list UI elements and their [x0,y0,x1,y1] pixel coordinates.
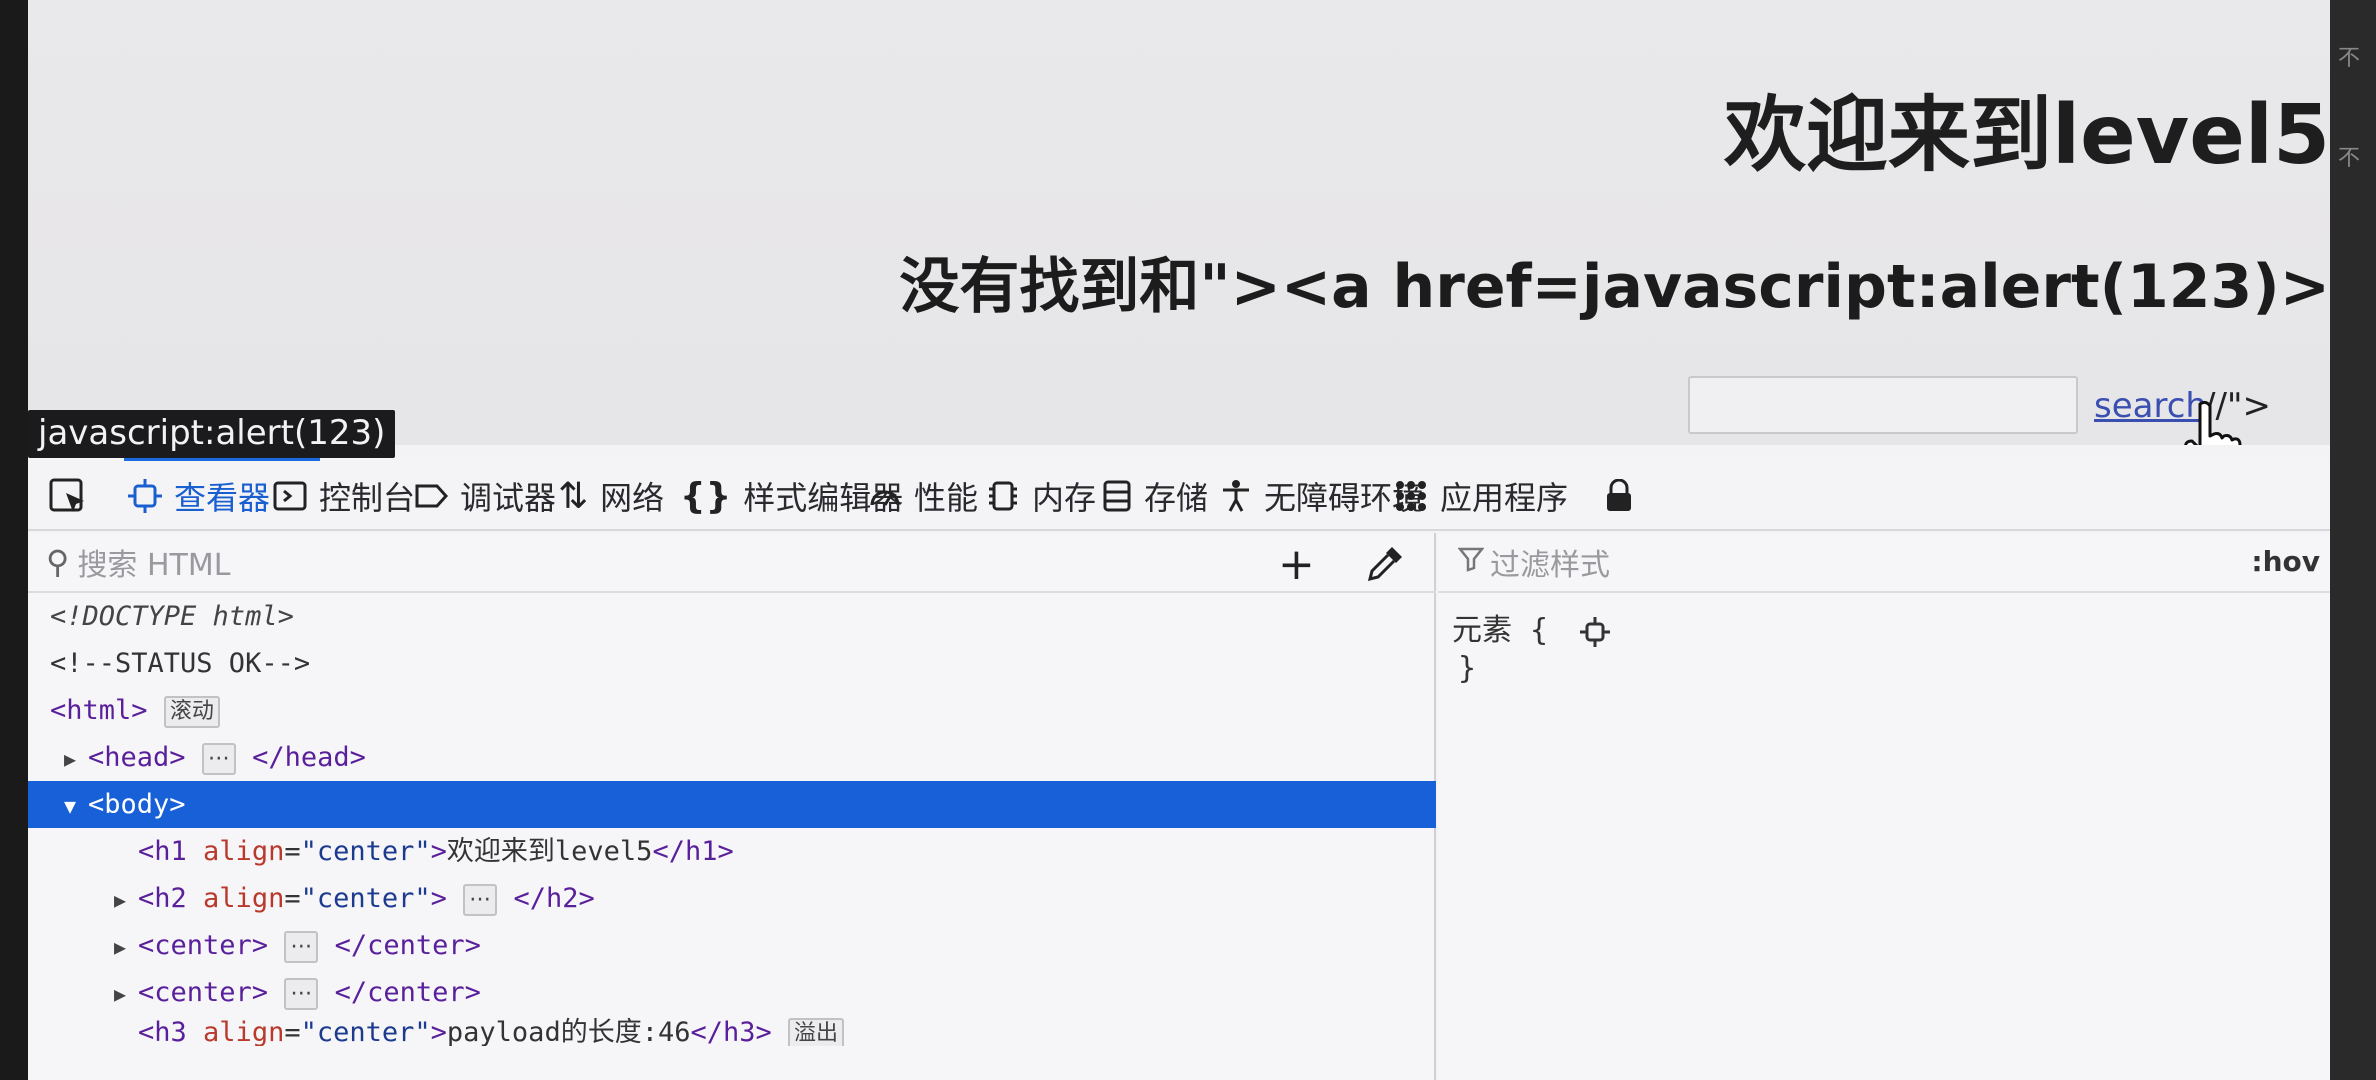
search-icon: ⚲ [46,543,70,581]
page-heading-h2: 没有找到和"><a href=javascript:alert(123)> [899,252,2330,322]
tree-node-comment[interactable]: <!--STATUS OK--> [28,640,1436,687]
tab-label: 应用程序 [1440,479,1569,517]
tree-node-h1[interactable]: <h1 align="center">欢迎来到level5</h1> [28,828,1436,875]
collapsed-ellipsis[interactable]: ⋯ [284,977,319,1010]
tab-console[interactable]: 控制台 [273,467,415,525]
rules-view: 过滤样式 :hov 元素 { } [1438,533,2330,1080]
html-search-input[interactable]: 搜索 HTML [77,540,230,584]
tree-node-center[interactable]: ▶ <center> ⋯ </center> [28,922,1436,969]
storage-icon [1102,479,1132,513]
inspector-icon [128,479,162,513]
photo-border-left [0,0,28,1080]
tab-security[interactable] [1604,467,1646,525]
tree-node-h3[interactable]: <h3 align="center">payload的长度:46</h3> 溢出 [28,1016,1436,1046]
node-highlight-icon[interactable] [1580,616,1611,647]
element-picker-icon[interactable] [48,477,90,519]
tab-label: 查看器 [174,479,271,517]
tab-inspector[interactable]: 查看器 [128,467,270,525]
tab-label: 存储 [1144,479,1209,517]
filter-icon [1457,546,1485,579]
style-editor-icon: {} [680,475,732,517]
overflow-badge[interactable]: 溢出 [788,1017,845,1046]
tab-label: 控制台 [319,479,416,517]
expand-arrow-icon[interactable]: ▶ [64,736,88,783]
console-icon [273,479,307,513]
search-input[interactable] [1688,376,2078,434]
devtools-toolbar: 查看器 控制台 调试器 ⇅ 网络 {} 样式编辑器 性能 内存 存储 无障碍环境… [28,457,2330,531]
debugger-icon [414,479,448,513]
expand-arrow-icon[interactable]: ▶ [114,971,138,1018]
performance-icon [868,479,902,513]
collapsed-ellipsis[interactable]: ⋯ [463,883,498,916]
markup-view: ⚲ 搜索 HTML + <!DOCTYPE html> <!--STATUS O… [28,533,1436,1080]
memory-icon [986,479,1020,513]
collapse-arrow-icon[interactable]: ▼ [64,783,88,830]
filter-styles-input[interactable]: 过滤样式 [1490,540,1610,584]
element-rule: 元素 { [1452,605,1611,649]
hov-toggle[interactable]: :hov [2251,545,2320,578]
add-node-button[interactable]: + [1278,539,1315,590]
expand-arrow-icon[interactable]: ▶ [114,924,138,971]
tab-storage[interactable]: 存储 [1102,467,1208,525]
tree-node-head[interactable]: ▶ <head> ⋯ </head> [28,734,1436,781]
eyedropper-icon[interactable] [1364,541,1408,585]
link-url-tooltip: javascript:alert(123) [28,410,396,458]
tree-node-doctype[interactable]: <!DOCTYPE html> [28,593,1436,640]
tab-label: 调试器 [460,479,557,517]
tree-node-html[interactable]: <html> 滚动 [28,687,1436,734]
tree-node-h2[interactable]: ▶ <h2 align="center"> ⋯ </h2> [28,875,1436,922]
tab-label: 内存 [1032,479,1097,517]
tree-node-body[interactable]: ▼ <body> [28,781,1436,828]
tab-performance[interactable]: 性能 [868,467,978,525]
tab-network[interactable]: ⇅ 网络 [558,467,664,525]
collapsed-ellipsis[interactable]: ⋯ [201,742,236,775]
network-icon: ⇅ [558,475,589,517]
scroll-badge[interactable]: 滚动 [163,695,220,728]
page-heading-h1: 欢迎来到level5 [1724,88,2330,183]
hand-cursor-icon [2184,400,2242,445]
html-search-bar[interactable]: ⚲ 搜索 HTML + [28,533,1436,593]
element-rule-close: } [1458,651,1477,686]
tab-memory[interactable]: 内存 [986,467,1096,525]
page-viewport: 欢迎来到level5 没有找到和"><a href=javascript:ale… [28,0,2330,445]
tab-label: 网络 [600,479,665,517]
accessibility-icon [1220,479,1252,513]
collapsed-ellipsis[interactable]: ⋯ [284,930,319,963]
tab-label: 性能 [914,479,979,517]
filter-styles-bar[interactable]: 过滤样式 :hov [1438,533,2330,593]
lock-icon [1604,479,1634,513]
dom-tree: <!DOCTYPE html> <!--STATUS OK--> <html> … [28,593,1436,1046]
photo-border-right: 不 不 [2330,0,2376,1080]
tab-application[interactable]: 应用程序 [1394,467,1568,525]
application-icon [1394,479,1428,513]
expand-arrow-icon[interactable]: ▶ [114,877,138,924]
devtools-panel: 查看器 控制台 调试器 ⇅ 网络 {} 样式编辑器 性能 内存 存储 无障碍环境… [28,445,2330,1080]
tree-node-center[interactable]: ▶ <center> ⋯ </center> [28,969,1436,1016]
tab-debugger[interactable]: 调试器 [414,467,556,525]
